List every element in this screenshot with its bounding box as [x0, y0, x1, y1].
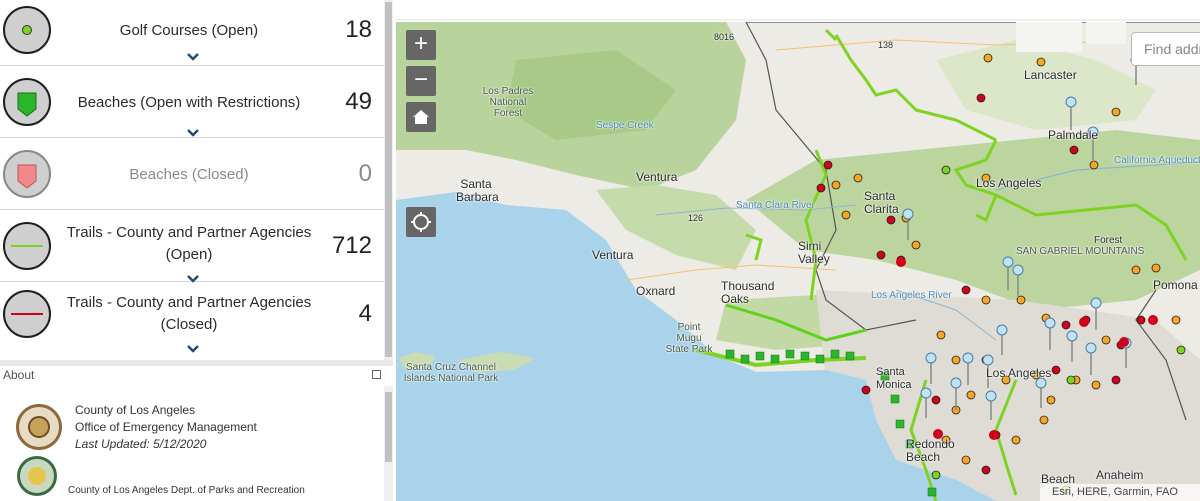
layer-row-trails-open[interactable]: Trails - County and Partner Agencies (Op…	[0, 210, 384, 283]
map-label-santa-clarita: Santa Clarita	[864, 189, 899, 216]
layer-label: Trails - County and Partner Agencies (Op…	[66, 224, 312, 263]
layer-list: Golf Courses (Open) 18 Beaches (Open wit…	[0, 0, 384, 360]
layer-count: 712	[331, 232, 372, 259]
map-label-route-126: 126	[688, 213, 704, 223]
map-view[interactable]: Lancaster Palmdale Santa Barbara Ventura…	[396, 0, 1200, 501]
map-label-ventura: Ventura	[592, 248, 634, 262]
map-label-santa-clara-river: Santa Clara River	[736, 200, 815, 211]
layer-row-golf-courses-open[interactable]: Golf Courses (Open) 18	[0, 0, 384, 66]
map-label-santa-barbara: Santa Barbara	[456, 177, 499, 204]
map-label-simi-valley: Simi Valley	[798, 239, 830, 266]
map-label-lancaster: Lancaster	[1024, 68, 1077, 82]
maximize-icon[interactable]	[372, 370, 381, 379]
layer-label: Trails - County and Partner Agencies (Cl…	[66, 294, 312, 333]
layer-label: Beaches (Open with Restrictions)	[77, 94, 301, 111]
layer-count: 18	[345, 16, 372, 43]
parks-logo	[17, 456, 57, 496]
home-button[interactable]	[406, 102, 436, 132]
map-label-los-angeles-county: Los Angeles	[976, 176, 1042, 190]
layer-label: Golf Courses (Open)	[119, 22, 259, 39]
map-label-los-padres: Los Padres National Forest	[482, 86, 534, 119]
map-label-palmdale: Palmdale	[1048, 128, 1099, 142]
map-label-point-mugu: Point Mugu State Park	[665, 322, 713, 355]
attribution-bar: Esri, HERE, Garmin, FAO	[396, 484, 1200, 501]
org-line2: Office of Emergency Management	[75, 420, 257, 434]
layer-row-trails-closed[interactable]: Trails - County and Partner Agencies (Cl…	[0, 282, 384, 360]
trail-open-symbol-icon	[3, 222, 51, 270]
layer-count: 4	[358, 300, 372, 327]
chevron-down-icon[interactable]	[186, 344, 200, 354]
layer-row-beaches-closed[interactable]: Beaches (Closed) 0	[0, 138, 384, 210]
address-search-input[interactable]: Find addr	[1131, 32, 1200, 66]
about-header: About	[3, 368, 35, 382]
app-root: Golf Courses (Open) 18 Beaches (Open wit…	[0, 0, 1200, 501]
map-label-forest: Forest	[1094, 235, 1123, 246]
map-label-thousand-oaks: Thousand Oaks	[721, 279, 775, 306]
layer-label: Beaches (Closed)	[129, 166, 249, 183]
map-label-ventura-county: Ventura	[636, 170, 678, 184]
map-label-route-138: 138	[878, 40, 894, 50]
home-icon	[413, 110, 429, 124]
layer-count: 49	[345, 88, 372, 115]
org-line1: County of Los Angeles	[75, 403, 196, 417]
locate-button[interactable]	[406, 207, 436, 237]
map-label-redondo-beach: Redondo Beach	[906, 437, 955, 464]
beach-closed-symbol-icon	[3, 150, 51, 198]
map-label-elevation: 8016	[714, 32, 735, 42]
zoom-out-button[interactable]: −	[406, 66, 436, 96]
chevron-down-icon[interactable]	[186, 128, 200, 138]
about-panel: About County of Los Angeles Office of Em…	[0, 366, 393, 501]
golf-course-symbol-icon	[3, 6, 51, 54]
map-label-santa-monica: Santa Monica	[876, 366, 912, 391]
chevron-down-icon[interactable]	[186, 52, 200, 62]
map-label-sespe-creek: Sespe Creek	[596, 120, 654, 131]
layer-list-scrollbar[interactable]	[384, 0, 393, 362]
map-label-anaheim: Anaheim	[1096, 468, 1144, 482]
about-scrollbar[interactable]	[384, 386, 393, 501]
beach-open-symbol-icon	[3, 78, 51, 126]
map-label-pomona: Pomona	[1153, 278, 1198, 292]
attribution-text: Esri, HERE, Garmin, FAO	[1040, 484, 1200, 501]
map-label-san-gabriel-mountains: SAN GABRIEL MOUNTAINS	[1016, 246, 1145, 257]
layer-list-panel: Golf Courses (Open) 18 Beaches (Open wit…	[0, 0, 393, 501]
map-label-los-angeles: Los Angeles	[986, 366, 1052, 380]
parks-department: County of Los Angeles Dept. of Parks and…	[68, 485, 305, 496]
layer-row-beaches-open[interactable]: Beaches (Open with Restrictions) 49	[0, 66, 384, 138]
locate-icon	[411, 212, 431, 232]
map-label-los-angeles-river: Los Angeles River	[871, 290, 952, 301]
map-label-oxnard: Oxnard	[636, 284, 676, 298]
zoom-in-button[interactable]: +	[406, 30, 436, 60]
map-label-channel-islands: Santa Cruz Channel Islands National Park	[403, 362, 499, 384]
map-label-california-aqueduct: California Aqueduct	[1114, 155, 1200, 166]
layer-count: 0	[358, 160, 372, 187]
trail-closed-symbol-icon	[3, 290, 51, 338]
la-county-seal-logo	[16, 404, 62, 450]
last-updated: Last Updated: 5/12/2020	[75, 437, 207, 451]
